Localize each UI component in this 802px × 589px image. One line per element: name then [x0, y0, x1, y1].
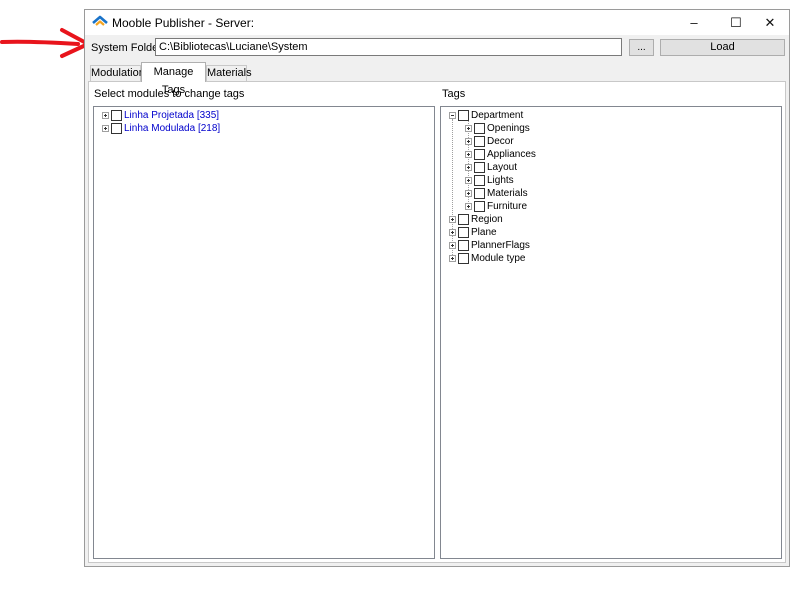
tree-item-tag[interactable]: Furniture	[465, 200, 527, 213]
tree-item-label: PlannerFlags	[471, 239, 530, 251]
checkbox[interactable]	[474, 149, 485, 160]
tree-item-tag[interactable]: Layout	[465, 161, 517, 174]
tab-materials[interactable]: Materials	[206, 65, 252, 81]
tree-item-module[interactable]: Linha Projetada [335]	[102, 109, 219, 122]
tree-item-label: Lights	[487, 174, 514, 186]
tree-item-module-type[interactable]: Module type	[449, 252, 525, 265]
tree-item-label: Materials	[487, 187, 528, 199]
tab-manage-tags[interactable]: Manage Tags	[141, 62, 206, 96]
tree-item-module[interactable]: Linha Modulada [218]	[102, 122, 220, 135]
checkbox[interactable]	[474, 123, 485, 134]
system-folder-input[interactable]: C:\Bibliotecas\Luciane\System	[155, 38, 622, 56]
expand-icon[interactable]	[449, 242, 456, 249]
checkbox[interactable]	[474, 201, 485, 212]
minimize-icon: –	[690, 15, 698, 30]
title-bar[interactable]: Mooble Publisher - Server: – ☐ ✕	[85, 10, 789, 35]
maximize-icon: ☐	[730, 14, 742, 30]
tree-item-label: Furniture	[487, 200, 528, 212]
tree-item-label: Layout	[487, 161, 518, 173]
expand-icon[interactable]	[449, 255, 456, 262]
tree-item-label: Decor	[487, 135, 514, 147]
tree-item-tag[interactable]: Decor	[465, 135, 514, 148]
house-icon	[92, 15, 108, 26]
tree-item-tag[interactable]: Lights	[465, 174, 514, 187]
expand-icon[interactable]	[465, 190, 472, 197]
expand-icon[interactable]	[465, 138, 472, 145]
red-arrow-icon	[0, 28, 90, 58]
tree-item-label: Region	[471, 213, 503, 225]
tree-item-tag[interactable]: Openings	[465, 122, 530, 135]
collapse-icon[interactable]	[449, 112, 456, 119]
browse-button[interactable]: ...	[629, 39, 654, 56]
checkbox[interactable]	[474, 175, 485, 186]
expand-icon[interactable]	[102, 112, 109, 119]
close-button[interactable]: ✕	[749, 10, 791, 35]
tab-modulation[interactable]: Modulation	[90, 65, 145, 81]
window-title: Mooble Publisher - Server:	[112, 16, 255, 30]
system-folder-label: System Folder:	[91, 42, 165, 54]
checkbox[interactable]	[474, 188, 485, 199]
expand-icon[interactable]	[465, 164, 472, 171]
tree-item-region[interactable]: Region	[449, 213, 503, 226]
checkbox[interactable]	[458, 110, 469, 121]
expand-icon[interactable]	[465, 151, 472, 158]
load-button[interactable]: Load	[660, 39, 785, 56]
tree-item-label: Plane	[471, 226, 497, 238]
tree-item-label: Department	[471, 109, 524, 121]
expand-icon[interactable]	[465, 203, 472, 210]
tree-item-department[interactable]: Department	[449, 109, 523, 122]
tags-tree[interactable]: Department Openings Decor Appliances Lay…	[440, 106, 782, 559]
expand-icon[interactable]	[465, 125, 472, 132]
tree-item-label: Linha Modulada [218]	[124, 122, 221, 134]
tree-item-plane[interactable]: Plane	[449, 226, 497, 239]
checkbox[interactable]	[474, 136, 485, 147]
checkbox[interactable]	[458, 227, 469, 238]
expand-icon[interactable]	[449, 216, 456, 223]
checkbox[interactable]	[111, 110, 122, 121]
expand-icon[interactable]	[102, 125, 109, 132]
close-icon: ✕	[764, 14, 776, 30]
tree-item-tag[interactable]: Appliances	[465, 148, 536, 161]
minimize-button[interactable]: –	[673, 10, 715, 35]
modules-tree[interactable]: Linha Projetada [335] Linha Modulada [21…	[93, 106, 435, 559]
checkbox[interactable]	[458, 240, 469, 251]
expand-icon[interactable]	[449, 229, 456, 236]
tree-item-label: Module type	[471, 252, 526, 264]
tree-item-label: Linha Projetada [335]	[124, 109, 220, 121]
checkbox[interactable]	[458, 253, 469, 264]
expand-icon[interactable]	[465, 177, 472, 184]
tags-heading: Tags	[442, 88, 466, 100]
tree-item-tag[interactable]: Materials	[465, 187, 528, 200]
checkbox[interactable]	[458, 214, 469, 225]
checkbox[interactable]	[474, 162, 485, 173]
tree-item-label: Openings	[487, 122, 530, 134]
tree-item-label: Appliances	[487, 148, 536, 160]
checkbox[interactable]	[111, 123, 122, 134]
tree-item-planner-flags[interactable]: PlannerFlags	[449, 239, 530, 252]
app-window: Mooble Publisher - Server: – ☐ ✕ System …	[84, 9, 790, 567]
